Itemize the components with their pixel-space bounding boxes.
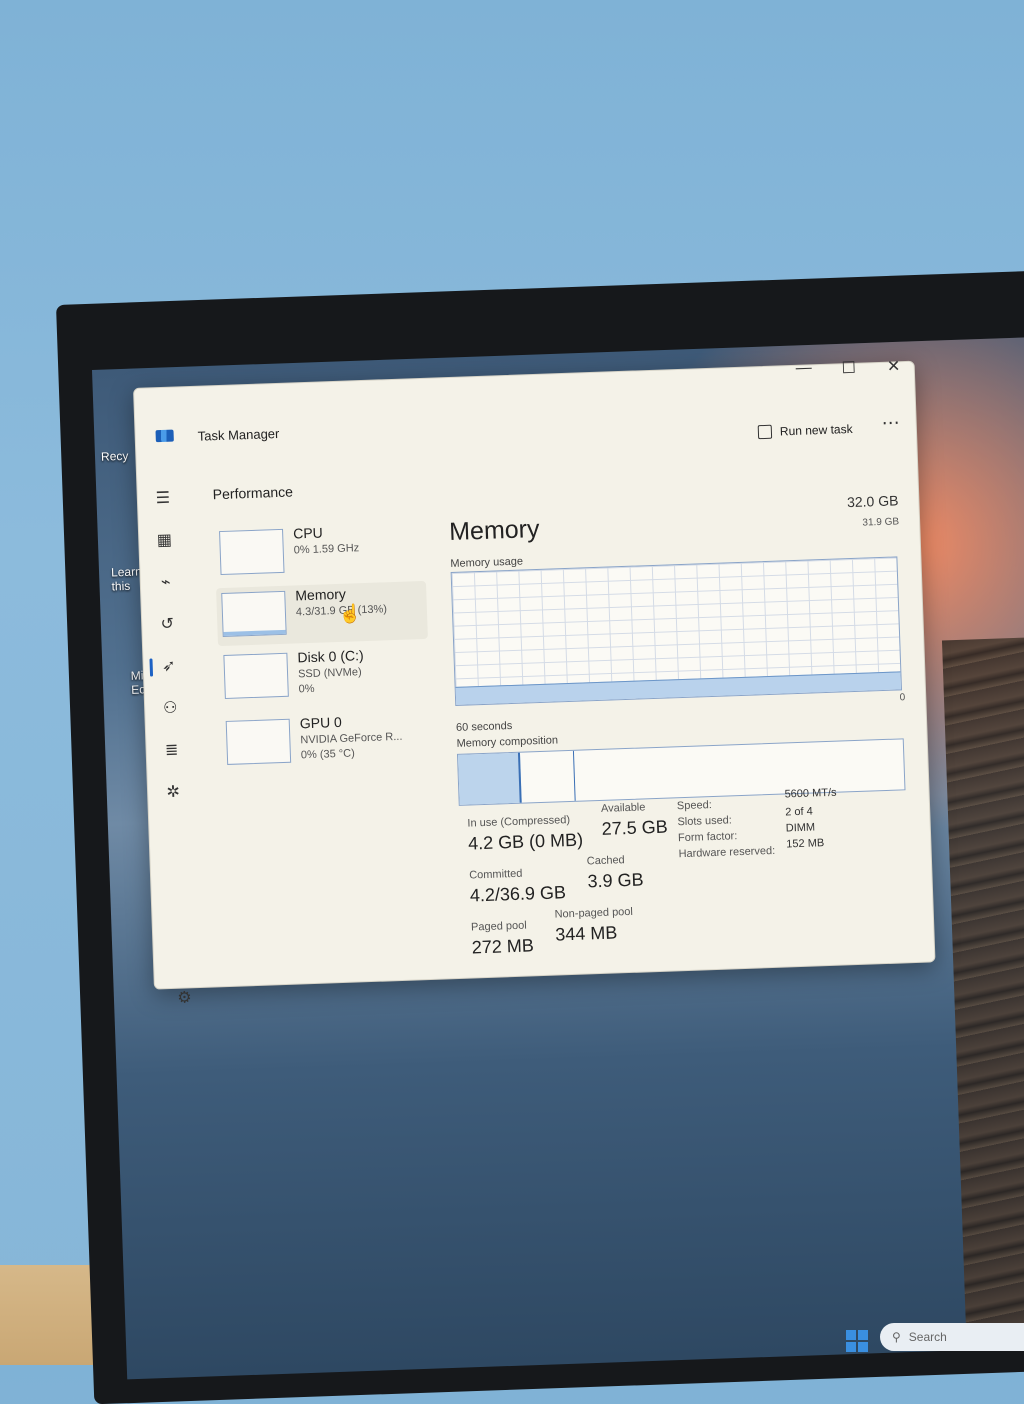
- hamburger-icon[interactable]: ☰: [154, 490, 173, 509]
- composition-in-use: [458, 752, 522, 805]
- close-button[interactable]: ✕: [873, 356, 914, 377]
- run-new-task-button[interactable]: Run new task: [757, 421, 853, 440]
- memory-usage-fill: [455, 671, 901, 705]
- windows-start-icon[interactable]: [846, 1330, 868, 1352]
- memory-panel: Memory 32.0 GB 31.9 GB Memory usage 0 60…: [448, 492, 913, 958]
- form-factor-label: Form factor:: [677, 830, 738, 845]
- speed-label: Speed:: [676, 799, 712, 813]
- cached-value: 3.9 GB: [587, 869, 644, 892]
- wallpaper-pier: [941, 636, 1024, 1341]
- form-factor-value: DIMM: [785, 821, 816, 835]
- cached-label: Cached: [586, 854, 625, 868]
- users-icon[interactable]: ⚇: [161, 700, 180, 719]
- taskbar-search-label: Search: [908, 1330, 947, 1344]
- gpu-thumbnail-graph: [225, 718, 292, 765]
- perf-item-title: Memory: [295, 585, 347, 604]
- taskbar-search[interactable]: ⚲ Search: [880, 1323, 1024, 1351]
- minimize-button[interactable]: —: [783, 359, 824, 378]
- perf-item-cpu[interactable]: CPU 0% 1.59 GHz: [214, 519, 426, 584]
- committed-label: Committed: [469, 867, 523, 882]
- services-icon[interactable]: ✲: [164, 784, 183, 803]
- performance-icon[interactable]: ⌁: [157, 574, 176, 593]
- speed-value: 5600 MT/s: [784, 786, 837, 801]
- perf-item-title: CPU: [292, 524, 323, 542]
- page-title: Performance: [212, 483, 294, 503]
- perf-item-title: Disk 0 (C:): [297, 647, 364, 666]
- non-paged-pool-value: 344 MB: [554, 922, 618, 945]
- slots-used-label: Slots used:: [677, 814, 733, 829]
- window-title: Task Manager: [197, 425, 280, 444]
- perf-item-sub2: 0% (35 °C): [300, 747, 356, 762]
- run-task-icon: [757, 424, 773, 440]
- perf-item-gpu[interactable]: GPU 0 NVIDIA GeForce R... 0% (35 °C): [221, 709, 433, 774]
- desktop-icon-label: Recy: [100, 448, 129, 464]
- memory-usage-graph: [450, 556, 903, 706]
- task-manager-window: Task Manager — ☐ ✕ Run new task ⋯ ☰ ▦ ⌁ …: [133, 358, 936, 1007]
- hardware-reserved-value: 152 MB: [786, 837, 825, 851]
- performance-sidebar: CPU 0% 1.59 GHz Memory 4.3/31.9 GB (13%)…: [214, 519, 439, 956]
- available-label: Available: [600, 801, 646, 815]
- graph-time-label: 60 seconds: [455, 719, 513, 734]
- desktop-icon-recycle-bin[interactable]: Recy: [101, 449, 129, 464]
- settings-icon[interactable]: ⚙: [177, 987, 192, 1007]
- processes-icon[interactable]: ▦: [155, 532, 174, 551]
- memory-composition-bar: [456, 738, 906, 806]
- available-value: 27.5 GB: [601, 816, 669, 839]
- paged-pool-value: 272 MB: [471, 935, 535, 958]
- search-icon: ⚲: [892, 1330, 901, 1344]
- run-new-task-label: Run new task: [779, 421, 853, 439]
- nav-rail: ☰ ▦ ⌁ ↺ ➶ ⚇ ≣ ✲: [137, 477, 187, 801]
- non-paged-pool-label: Non-paged pool: [554, 905, 634, 921]
- perf-item-sub: SSD (NVMe): [297, 666, 362, 681]
- details-icon[interactable]: ≣: [162, 742, 181, 761]
- memory-thumbnail-graph: [221, 590, 287, 638]
- memory-composition-label: Memory composition: [456, 734, 559, 750]
- slots-used-value: 2 of 4: [785, 805, 813, 819]
- graph-zero-label: 0: [899, 692, 906, 704]
- hand-cursor-icon: ☝: [338, 603, 362, 624]
- in-use-value: 4.2 GB (0 MB): [467, 829, 584, 854]
- hardware-reserved-label: Hardware reserved:: [678, 844, 776, 861]
- memory-heading: Memory: [448, 514, 540, 547]
- perf-item-sub: 0% 1.59 GHz: [293, 542, 360, 557]
- perf-item-memory[interactable]: Memory 4.3/31.9 GB (13%): [216, 580, 428, 647]
- maximize-button[interactable]: ☐: [828, 357, 869, 378]
- committed-value: 4.2/36.9 GB: [469, 882, 567, 906]
- composition-modified: [520, 750, 577, 803]
- desktop-icon-label: Learn this: [110, 564, 143, 594]
- task-manager-app-icon: [155, 429, 174, 443]
- memory-usage-label: Memory usage: [450, 555, 524, 571]
- perf-item-sub: NVIDIA GeForce R...: [300, 730, 403, 747]
- in-use-label: In use (Compressed): [467, 814, 571, 830]
- disk-thumbnail-graph: [223, 652, 289, 699]
- perf-item-title: GPU 0: [299, 713, 343, 732]
- app-history-icon[interactable]: ↺: [158, 616, 177, 635]
- memory-total: 32.0 GB: [846, 492, 899, 511]
- active-nav-indicator: [149, 658, 154, 677]
- startup-icon[interactable]: ➶: [159, 658, 178, 677]
- perf-item-sub2: 0%: [298, 682, 315, 696]
- perf-item-disk[interactable]: Disk 0 (C:) SSD (NVMe) 0%: [218, 643, 430, 708]
- graph-max-label: 31.9 GB: [862, 516, 900, 529]
- desktop-icon-learn[interactable]: Learn this: [111, 564, 143, 593]
- cpu-thumbnail-graph: [219, 528, 285, 576]
- more-options-button[interactable]: ⋯: [881, 412, 901, 434]
- paged-pool-label: Paged pool: [470, 919, 527, 934]
